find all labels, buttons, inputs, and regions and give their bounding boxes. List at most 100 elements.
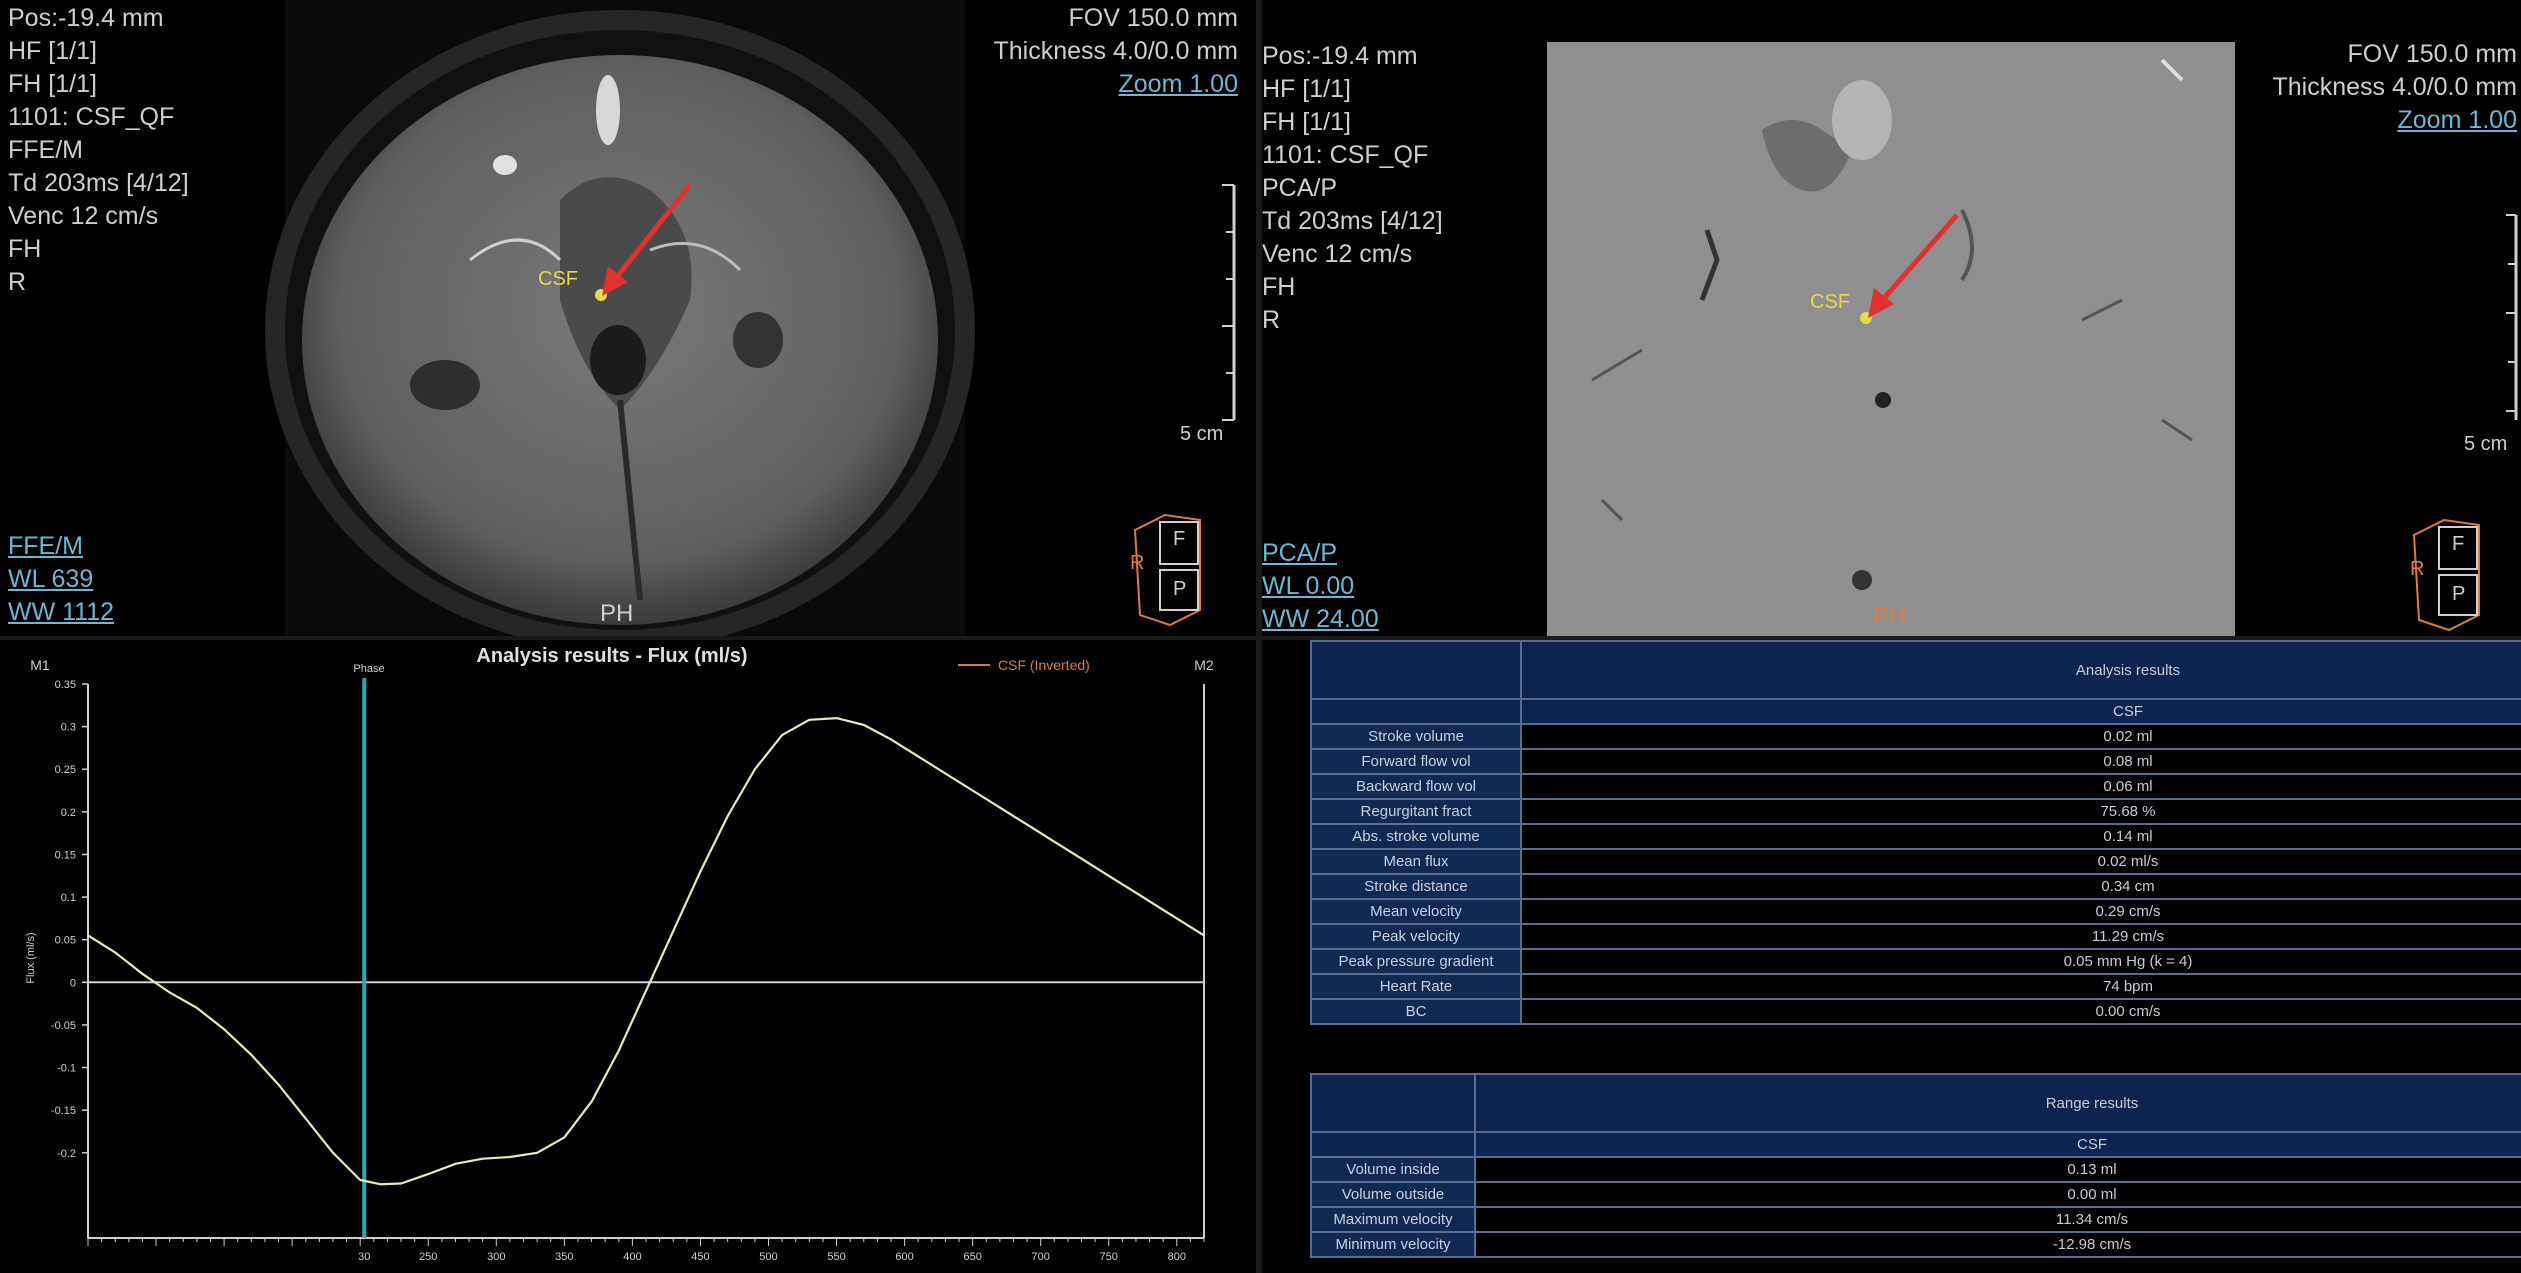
zoom-link[interactable]: Zoom 1.00 (2272, 104, 2517, 137)
x-tick-label: 250 (419, 1251, 437, 1263)
series-info: Pos:-19.4 mm HF [1/1] FH [1/1] 1101: CSF… (8, 2, 189, 299)
row-label: Maximum velocity (1310, 1206, 1476, 1233)
row-label: Regurgitant fract (1310, 798, 1522, 825)
table-row: Peak pressure gradient 0.05 mm Hg (k = 4) (1310, 948, 2521, 975)
y-tick-label: -0.15 (51, 1105, 76, 1117)
x-tick-label: 700 (1032, 1251, 1050, 1263)
analysis-column-csf: CSF (1520, 698, 2521, 725)
scan-name: 1101: CSF_QF (8, 103, 175, 131)
x-tick-label: 30 (358, 1251, 370, 1263)
row-value: 11.29 cm/s (1520, 923, 2521, 950)
row-value: 11.34 cm/s (1474, 1206, 2521, 1233)
row-value: 0.05 mm Hg (k = 4) (1520, 948, 2521, 975)
table-row: Abs. stroke volume 0.14 ml (1310, 823, 2521, 850)
row-label: Peak pressure gradient (1310, 948, 1522, 975)
row-label: Volume inside (1310, 1156, 1476, 1183)
flux-chart-panel[interactable]: Analysis results - Flux (ml/s) M1 M2 Pha… (0, 640, 1256, 1273)
phase-encode-label: PH (600, 600, 634, 627)
row-value: 0.29 cm/s (1520, 898, 2521, 925)
window-level-link[interactable]: WL 639 (8, 563, 114, 596)
viewport-divider-vertical[interactable] (1256, 0, 1262, 1273)
y-tick-label: -0.2 (57, 1148, 76, 1160)
x-tick-label: 550 (827, 1251, 845, 1263)
row-label: Volume outside (1310, 1181, 1476, 1208)
legend-label: CSF (Inverted) (998, 657, 1090, 673)
row-label: Minimum velocity (1310, 1231, 1476, 1258)
venc-text: Venc 12 cm/s (1262, 240, 1413, 268)
zoom-link[interactable]: Zoom 1.00 (993, 68, 1238, 101)
table-row: Volume outside 0.00 ml (1310, 1181, 2521, 1208)
scale-label: 5 cm (1180, 423, 1224, 445)
window-width-link[interactable]: WW 1112 (8, 596, 114, 629)
y-tick-label: 0.3 (61, 722, 76, 734)
row-value: 0.14 ml (1520, 823, 2521, 850)
flow-direction: FH (8, 235, 42, 263)
y-tick-label: 0.25 (55, 764, 76, 776)
row-value: 0.00 ml (1474, 1181, 2521, 1208)
table-row: Maximum velocity 11.34 cm/s (1310, 1206, 2521, 1233)
row-label: Mean velocity (1310, 898, 1522, 925)
thickness-text: Thickness 4.0/0.0 mm (2272, 73, 2517, 101)
row-label: Heart Rate (1310, 973, 1522, 1000)
window-level-link[interactable]: WL 0.00 (1262, 570, 1379, 603)
roi-label: CSF (1810, 291, 1850, 313)
row-label: Peak velocity (1310, 923, 1522, 950)
orient-r-label: R (2410, 558, 2425, 580)
view-parameters: FOV 150.0 mm Thickness 4.0/0.0 mm Zoom 1… (993, 2, 1238, 101)
x-tick-label: 650 (963, 1251, 981, 1263)
analysis-header: Analysis results (1520, 640, 2521, 700)
table-row: Forward flow vol 0.08 ml (1310, 748, 2521, 775)
series-link[interactable]: PCA/P (1262, 537, 1379, 570)
x-tick-label: 350 (555, 1251, 573, 1263)
row-value: 0.08 ml (1520, 748, 2521, 775)
image-type: FFE/M (8, 136, 83, 164)
window-settings: FFE/M WL 639 WW 1112 (8, 530, 114, 629)
position-text: Pos:-19.4 mm (8, 4, 164, 32)
table-row: Mean velocity 0.29 cm/s (1310, 898, 2521, 925)
row-value: 74 bpm (1520, 973, 2521, 1000)
flux-chart[interactable]: Analysis results - Flux (ml/s) M1 M2 Pha… (0, 640, 1256, 1273)
window-width-link[interactable]: WW 24.00 (1262, 603, 1379, 636)
table-row: Mean flux 0.02 ml/s (1310, 848, 2521, 875)
table-row: Regurgitant fract 75.68 % (1310, 798, 2521, 825)
table-row: Stroke volume 0.02 ml (1310, 723, 2521, 750)
image-type: PCA/P (1262, 174, 1338, 202)
row-value: 75.68 % (1520, 798, 2521, 825)
y-tick-label: 0.35 (55, 679, 76, 691)
phase-viewport[interactable]: Pos:-19.4 mm HF [1/1] FH [1/1] 1101: CSF… (1262, 0, 2521, 636)
orient-p-label: P (1173, 578, 1187, 600)
x-tick-label: 300 (487, 1251, 505, 1263)
window-settings: PCA/P WL 0.00 WW 24.00 (1262, 537, 1379, 636)
roi-label: CSF (538, 268, 578, 290)
series-link[interactable]: FFE/M (8, 530, 114, 563)
table-row: Volume inside 0.13 ml (1310, 1156, 2521, 1183)
row-value: 0.02 ml/s (1520, 848, 2521, 875)
row-value: 0.06 ml (1520, 773, 2521, 800)
row-value: 0.00 cm/s (1520, 998, 2521, 1025)
marker-m2-label[interactable]: M2 (1194, 657, 1214, 673)
range-results-table: Range results CSF Volume inside 0.13 ml Vo… (1310, 1073, 2521, 1258)
orient-p-label: P (2452, 583, 2466, 605)
row-label: Mean flux (1310, 848, 1522, 875)
results-panel: Analysis results CSF Stroke volume 0.02 m… (1262, 640, 2521, 1273)
y-tick-label: 0.15 (55, 849, 76, 861)
table-corner (1310, 698, 1522, 725)
orientation-cube-icon[interactable] (1133, 513, 1201, 627)
fh-text: FH [1/1] (1262, 108, 1351, 136)
analysis-results-table: Analysis results CSF Stroke volume 0.02 m… (1310, 640, 2521, 1025)
magnitude-viewport[interactable]: Pos:-19.4 mm HF [1/1] FH [1/1] 1101: CSF… (0, 0, 1256, 636)
marker-m1-label[interactable]: M1 (30, 657, 50, 673)
y-tick-label: 0.2 (61, 807, 76, 819)
view-parameters: FOV 150.0 mm Thickness 4.0/0.0 mm Zoom 1… (2272, 38, 2517, 137)
orientation-text: R (8, 268, 27, 296)
table-row: Minimum velocity -12.98 cm/s (1310, 1231, 2521, 1258)
table-row: Backward flow vol 0.06 ml (1310, 773, 2521, 800)
x-tick-label: 800 (1168, 1251, 1186, 1263)
thickness-text: Thickness 4.0/0.0 mm (993, 37, 1238, 65)
orientation-text: R (1262, 306, 1281, 334)
range-header: Range results (1474, 1073, 2521, 1133)
table-row: BC 0.00 cm/s (1310, 998, 2521, 1025)
x-tick-label: 750 (1100, 1251, 1118, 1263)
range-column-csf: CSF (1474, 1131, 2521, 1158)
y-tick-label: -0.1 (57, 1063, 76, 1075)
